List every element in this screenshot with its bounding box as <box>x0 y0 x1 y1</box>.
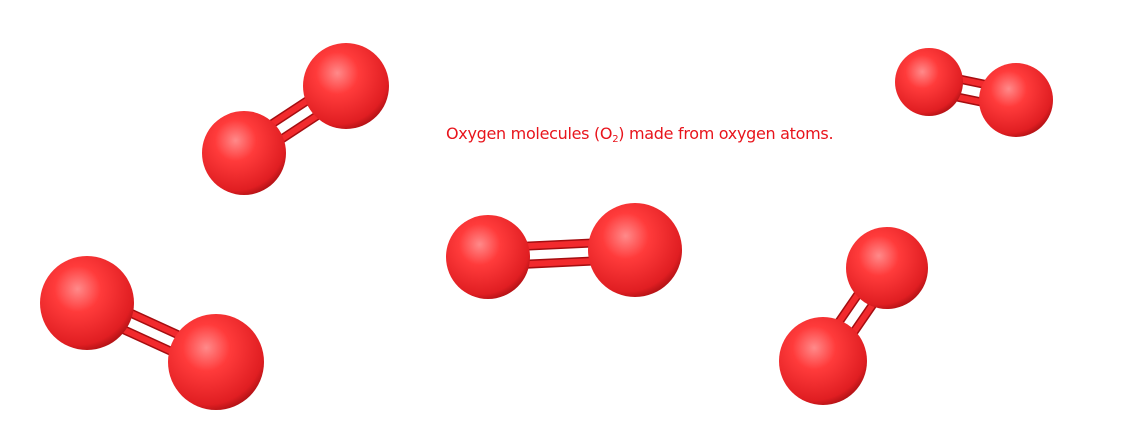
oxygen-molecules-diagram <box>40 43 1053 410</box>
molecule-top-right <box>895 48 1053 137</box>
oxygen-atom <box>779 317 867 405</box>
caption: Oxygen molecules (O2) made from oxygen a… <box>446 124 866 145</box>
molecule-top-left <box>202 43 389 195</box>
oxygen-atom <box>40 256 134 350</box>
oxygen-atom <box>895 48 963 116</box>
oxygen-atom <box>446 215 530 299</box>
caption-text-before: Oxygen molecules (O <box>446 124 613 143</box>
oxygen-atom <box>979 63 1053 137</box>
molecule-center <box>446 203 682 299</box>
caption-text-after: ) made from oxygen atoms. <box>618 124 834 143</box>
molecule-bottom-right <box>779 227 928 405</box>
oxygen-atom <box>846 227 928 309</box>
oxygen-atom <box>202 111 286 195</box>
oxygen-atom <box>588 203 682 297</box>
oxygen-atom <box>303 43 389 129</box>
molecule-bottom-left <box>40 256 264 410</box>
oxygen-atom <box>168 314 264 410</box>
